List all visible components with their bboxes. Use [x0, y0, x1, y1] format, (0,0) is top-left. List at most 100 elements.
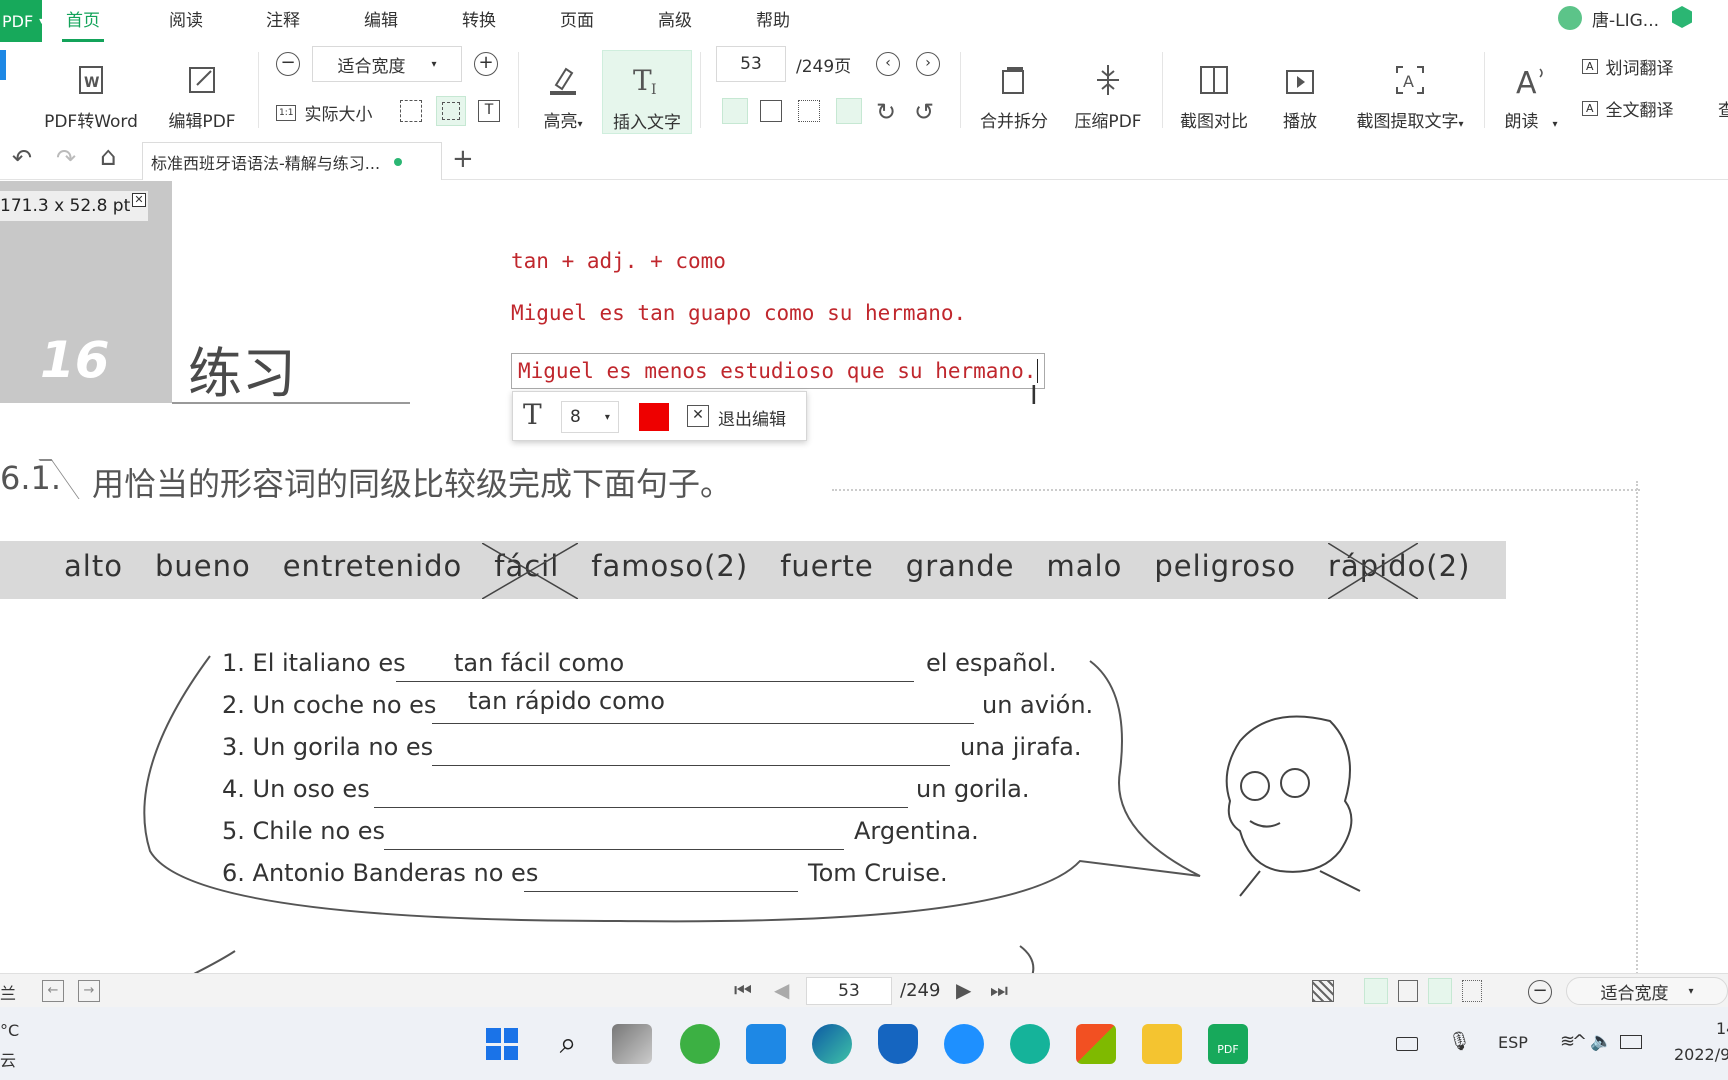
annotation-text-2[interactable]: Miguel es tan guapo como su hermano. [511, 301, 966, 325]
text-select-icon[interactable]: T [478, 100, 500, 122]
two-page-status-icon[interactable] [1398, 980, 1418, 1002]
menu-annotate[interactable]: 注释 [266, 0, 300, 42]
input-language[interactable]: ESP [1498, 1033, 1528, 1052]
battery-icon[interactable] [1620, 1035, 1642, 1049]
keyboard-icon[interactable] [1396, 1037, 1418, 1051]
highlight-button[interactable]: 高亮▾ [530, 52, 596, 132]
merge-split-button[interactable]: 合并拆分 [974, 52, 1054, 132]
weather-temp[interactable]: °C [0, 1021, 19, 1040]
book-view-status-icon[interactable] [1462, 980, 1482, 1002]
pdf-app-icon[interactable]: PDF [1208, 1024, 1248, 1064]
user-name[interactable]: 唐-LIG... [1592, 6, 1659, 31]
clock-date[interactable]: 2022/9 [1674, 1045, 1728, 1064]
mail-icon[interactable] [746, 1024, 786, 1064]
page-number-input[interactable]: 53 [716, 46, 786, 82]
first-page-icon[interactable]: ⏮ [734, 978, 752, 1002]
browser-360-icon[interactable] [680, 1024, 720, 1064]
insert-text-button[interactable]: TI 插入文字 [602, 50, 692, 134]
read-aloud-button[interactable]: A 朗读 ▾ [1494, 52, 1568, 132]
zoom-out-icon[interactable]: − [276, 52, 300, 76]
ocr-button[interactable]: A 截图提取文字▾ [1346, 52, 1474, 132]
actual-size-button[interactable]: 1:1 实际大小 [276, 100, 372, 125]
last-page-icon[interactable]: ⏭ [990, 978, 1008, 1002]
redo-icon[interactable]: ↷ [56, 144, 76, 172]
sentence-6-blank[interactable] [524, 891, 798, 892]
volume-icon[interactable]: 🔈 [1590, 1031, 1612, 1052]
font-size-select[interactable]: 8 ▾ [561, 401, 619, 433]
status-zoom-select[interactable]: 适合宽度 ▾ [1566, 977, 1728, 1005]
menu-help[interactable]: 帮助 [756, 0, 790, 42]
document-viewport[interactable]: 16 练习 171.3 x 52.8 pt ✕ tan + adj. + com… [0, 181, 1728, 973]
clock-time[interactable]: 14 [1716, 1019, 1728, 1038]
microphone-icon[interactable]: 🎙 [1448, 1031, 1471, 1052]
edge-icon[interactable] [812, 1024, 852, 1064]
exit-edit-icon[interactable]: ✕ [687, 405, 709, 427]
pdf-to-word-button[interactable]: W PDF转Word [36, 52, 146, 132]
prev-page-icon[interactable]: ◀ [774, 978, 789, 1002]
app-logo-tab[interactable]: PDF ▾ [0, 0, 44, 42]
background-color-icon[interactable] [1312, 980, 1334, 1002]
sentence-1-blank[interactable] [396, 681, 914, 682]
weather-desc[interactable]: 云 [0, 1047, 16, 1071]
lenovo-vantage-icon[interactable] [878, 1024, 918, 1064]
grid-view-icon[interactable] [798, 100, 820, 122]
file-explorer-icon[interactable] [1142, 1024, 1182, 1064]
home-icon[interactable]: ⌂ [100, 142, 117, 172]
microsoft-store-icon[interactable] [1076, 1024, 1116, 1064]
document-tab[interactable]: 标准西班牙语语法-精解与练习... [142, 142, 442, 180]
continuous-status-icon[interactable] [1428, 978, 1452, 1004]
ie-icon[interactable] [944, 1024, 984, 1064]
play-button[interactable]: 播放 [1262, 52, 1338, 132]
word-translate-button[interactable]: A 划词翻译 [1582, 54, 1674, 79]
sentence-2-blank[interactable] [432, 723, 974, 724]
edit-pdf-button[interactable]: 编辑PDF [160, 52, 244, 132]
single-page-status-icon[interactable] [1364, 978, 1388, 1004]
menu-edit[interactable]: 编辑 [364, 0, 398, 42]
prev-page-icon[interactable]: ‹ [876, 52, 900, 76]
menu-home[interactable]: 首页 [62, 0, 104, 42]
menu-page[interactable]: 页面 [560, 0, 594, 42]
sentence-5-blank[interactable] [384, 849, 844, 850]
continuous-view-icon[interactable] [836, 98, 862, 124]
task-view-icon[interactable] [612, 1024, 652, 1064]
sidebar-toggle-label[interactable]: 兰 [0, 980, 16, 1004]
fit-page-icon[interactable] [400, 100, 422, 122]
forward-icon[interactable]: → [78, 980, 100, 1002]
full-translate-button[interactable]: A 全文翻译 [1582, 96, 1674, 121]
two-page-view-icon[interactable] [760, 100, 782, 122]
rotate-right-icon[interactable]: ↻ [876, 98, 896, 126]
status-page-input[interactable]: 53 [806, 977, 892, 1005]
annotation-edit-text[interactable]: Miguel es menos estudioso que su hermano… [518, 359, 1036, 383]
sentence-4-blank[interactable] [374, 807, 908, 808]
close-tooltip-icon[interactable]: ✕ [132, 193, 146, 207]
single-page-view-icon[interactable] [722, 98, 748, 124]
annotation-text-1[interactable]: tan + adj. + como [511, 249, 726, 273]
next-page-icon[interactable]: ▶ [956, 978, 971, 1002]
new-tab-icon[interactable]: + [452, 144, 474, 174]
toolbar-overflow[interactable]: 查 [1718, 96, 1728, 121]
search-icon[interactable]: ⌕ [548, 1024, 588, 1064]
menu-read[interactable]: 阅读 [169, 0, 203, 42]
undo-icon[interactable]: ↶ [12, 144, 32, 172]
windows-start-icon[interactable] [482, 1024, 522, 1064]
user-avatar-icon[interactable] [1558, 6, 1582, 30]
exit-edit-button[interactable]: 退出编辑 [718, 405, 786, 430]
font-color-swatch[interactable] [639, 403, 669, 431]
back-icon[interactable]: ← [42, 980, 64, 1002]
menu-advanced[interactable]: 高级 [658, 0, 692, 42]
next-page-icon[interactable]: › [916, 52, 940, 76]
fit-width-button[interactable] [436, 96, 466, 126]
screenshot-compare-button[interactable]: 截图对比 [1174, 52, 1254, 132]
sentence-3-blank[interactable] [432, 765, 950, 766]
compress-pdf-button[interactable]: 压缩PDF [1068, 52, 1148, 132]
rotate-left-icon[interactable]: ↺ [914, 98, 934, 126]
status-zoom-out-icon[interactable]: − [1528, 980, 1552, 1004]
network-app-icon[interactable] [1010, 1024, 1050, 1064]
wifi-icon[interactable]: ≋ [1560, 1031, 1575, 1052]
zoom-mode-select[interactable]: 适合宽度 ▾ [312, 46, 462, 82]
member-badge-icon[interactable] [1672, 6, 1692, 28]
menu-convert[interactable]: 转换 [462, 0, 496, 42]
annotation-edit-box[interactable]: Miguel es menos estudioso que su hermano… [511, 353, 1046, 389]
zoom-in-icon[interactable]: + [474, 52, 498, 76]
font-style-icon[interactable]: T [523, 398, 542, 431]
